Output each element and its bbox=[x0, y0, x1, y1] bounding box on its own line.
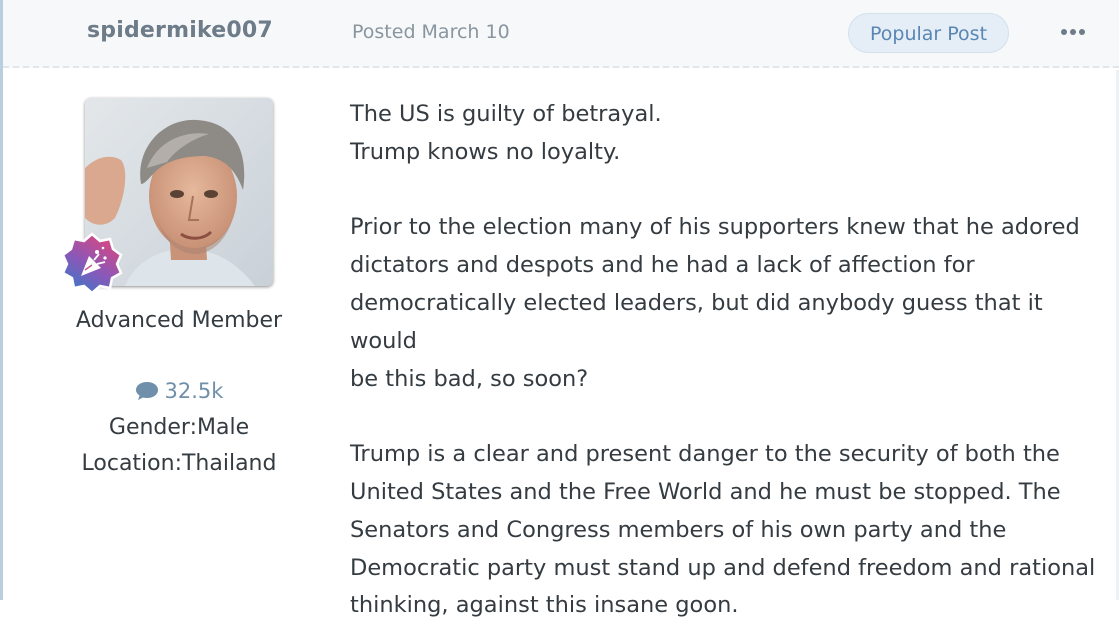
gender-field: Gender:Male bbox=[108, 415, 250, 440]
post-text-line: Trump is a clear and present danger to t… bbox=[350, 441, 1060, 468]
post-content: The US is guilty of betrayal. Trump knows… bbox=[350, 96, 1115, 625]
post-text-line: democratically elected leaders, but did … bbox=[350, 289, 1043, 354]
post-text-line: The US is guilty of betrayal. bbox=[350, 101, 662, 127]
post-count-stat: 32.5k bbox=[3, 379, 355, 403]
post-count: 32.5k bbox=[164, 379, 224, 403]
post-text-line: United States and the Free World and he … bbox=[350, 478, 1061, 505]
dot bbox=[1061, 29, 1067, 35]
member-title: Advanced Member bbox=[75, 308, 283, 333]
post-date[interactable]: Posted March 10 bbox=[352, 21, 510, 43]
post-text-line: be this bad, so soon? bbox=[350, 365, 589, 392]
rank-badge-icon bbox=[61, 232, 123, 294]
post-header: spidermike007 Posted March 10 Popular Po… bbox=[3, 0, 1119, 68]
post-text-line: Senators and Congress members of his own… bbox=[350, 516, 1007, 543]
ellipsis-icon[interactable] bbox=[1055, 20, 1091, 44]
post-text-line: Democratic party must stand up and defen… bbox=[350, 554, 1096, 581]
dot bbox=[1070, 29, 1076, 35]
post-text-line: Prior to the election many of his suppor… bbox=[350, 214, 1080, 241]
author-name-link[interactable]: spidermike007 bbox=[87, 18, 273, 43]
post-text-line: Trump knows no loyalty. bbox=[350, 138, 621, 165]
author-pane: Advanced Member 32.5k Gender:Male Locati… bbox=[3, 70, 348, 600]
post-text-line: dictators and despots and he had a lack … bbox=[350, 252, 975, 279]
location-field: Location:Thailand bbox=[81, 451, 277, 476]
popular-post-badge[interactable]: Popular Post bbox=[848, 13, 1010, 53]
post-text-line: thinking, against this insane goon. bbox=[350, 592, 739, 619]
dot bbox=[1079, 29, 1085, 35]
speech-bubble-icon bbox=[135, 382, 158, 400]
